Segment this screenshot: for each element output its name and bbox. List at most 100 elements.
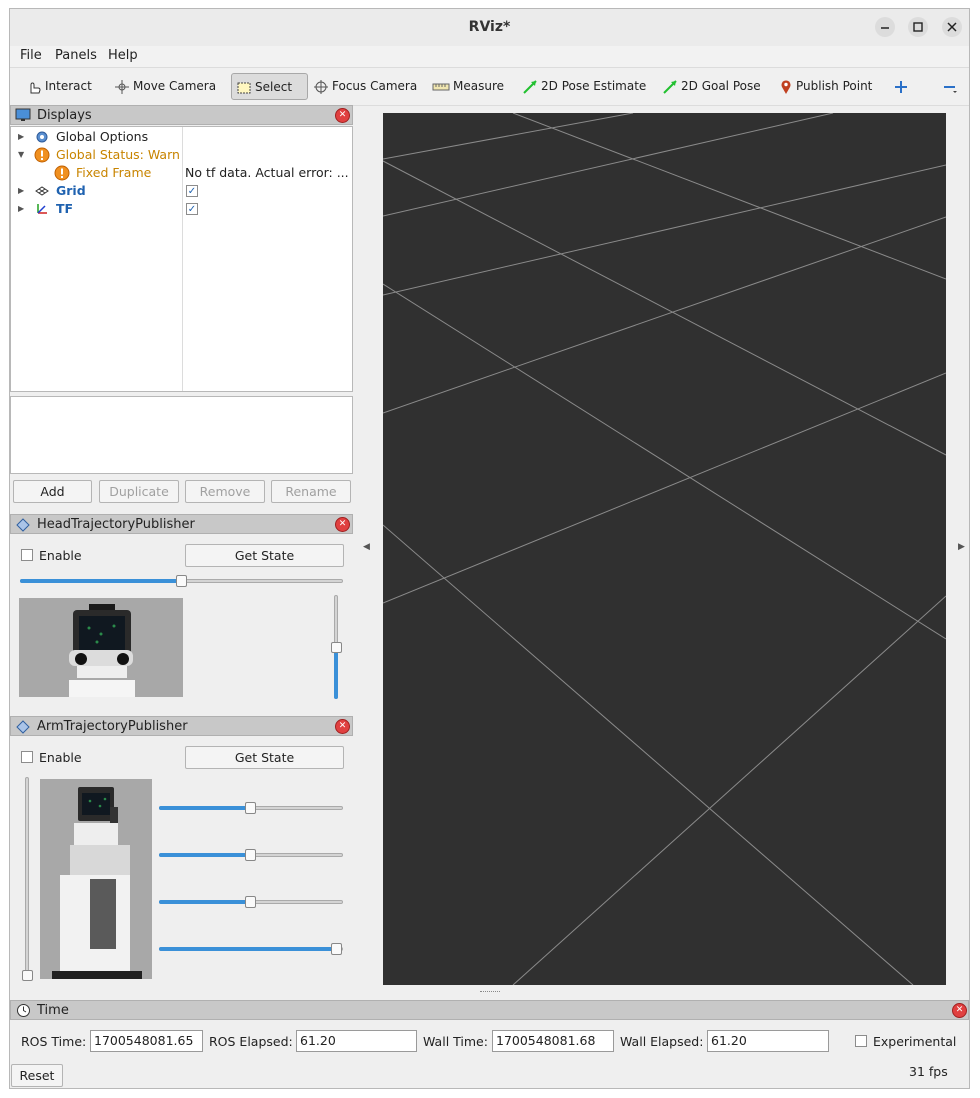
tree-item-grid[interactable]: ▶ Grid ✓ — [11, 182, 351, 200]
slider-fill — [20, 579, 182, 583]
reset-button[interactable]: Reset — [11, 1064, 63, 1087]
arm-joint-slider-3-handle[interactable] — [245, 896, 256, 908]
green-arrow-icon — [663, 79, 677, 94]
menu-panels[interactable]: Panels — [55, 48, 97, 63]
pose-estimate-tool-button[interactable]: 2D Pose Estimate — [518, 73, 650, 100]
time-panel-title: Time — [37, 1003, 69, 1018]
fps-counter: 31 fps — [909, 1064, 948, 1079]
ros-time-field[interactable]: 1700548081.65 — [90, 1030, 203, 1052]
collapse-left-arrow-icon[interactable]: ◀ — [363, 542, 370, 552]
add-tool-button[interactable] — [890, 73, 912, 100]
title-bar: RViz* — [10, 9, 969, 47]
arm-joint-slider-1-handle[interactable] — [245, 802, 256, 814]
hand-icon — [30, 81, 41, 93]
wall-elapsed-field[interactable]: 61.20 — [707, 1030, 829, 1052]
close-time-panel-button[interactable]: ✕ — [952, 1003, 967, 1018]
publish-point-tool-button[interactable]: Publish Point — [775, 73, 876, 100]
arm-enable-checkbox[interactable] — [21, 751, 33, 763]
select-tool-button[interactable]: Select — [231, 73, 308, 100]
tree-label: Global Status: Warn — [56, 147, 180, 162]
warning-icon — [54, 165, 70, 181]
head-enable-checkbox[interactable] — [21, 549, 33, 561]
warning-icon — [34, 147, 50, 163]
3d-viewport[interactable] — [382, 112, 947, 986]
expand-arrow-icon[interactable]: ▶ — [18, 128, 24, 146]
head-tilt-slider-handle[interactable] — [331, 642, 342, 653]
arm-joint-slider-4-handle[interactable] — [331, 943, 342, 955]
arm-lift-slider-handle[interactable] — [22, 970, 33, 981]
collapse-arrow-icon[interactable]: ▼ — [18, 146, 24, 164]
ruler-icon — [432, 83, 450, 90]
tree-label: TF — [56, 201, 74, 216]
head-pan-slider-handle[interactable] — [176, 575, 187, 587]
displays-panel-header: Displays ✕ — [10, 105, 353, 125]
minimize-button[interactable] — [875, 17, 895, 37]
close-head-panel-button[interactable]: ✕ — [335, 517, 350, 532]
measure-tool-button[interactable]: Measure — [428, 73, 508, 100]
grid-lines — [382, 112, 947, 986]
pose-estimate-label: 2D Pose Estimate — [541, 79, 647, 93]
tree-item-global-options[interactable]: ▶ Global Options — [11, 128, 351, 146]
tree-item-tf[interactable]: ▶ TF ✓ — [11, 200, 351, 218]
ros-elapsed-field[interactable]: 61.20 — [296, 1030, 417, 1052]
pin-icon — [781, 79, 791, 94]
tree-label: Global Options — [56, 129, 149, 144]
tf-enabled-checkbox[interactable]: ✓ — [186, 203, 198, 215]
ros-time-label: ROS Time: — [21, 1034, 87, 1049]
arm-get-state-button[interactable]: Get State — [185, 746, 344, 769]
head-panel-title: HeadTrajectoryPublisher — [37, 517, 195, 532]
focus-camera-tool-button[interactable]: Focus Camera — [309, 73, 421, 100]
gear-icon — [36, 131, 48, 143]
remove-tool-button[interactable] — [938, 73, 962, 100]
focus-icon — [314, 79, 328, 94]
displays-title: Displays — [37, 108, 92, 123]
tree-item-fixed-frame[interactable]: Fixed Frame No tf data. Actual error: ..… — [11, 164, 351, 182]
duplicate-display-button[interactable]: Duplicate — [99, 480, 179, 503]
slider-fill — [334, 648, 338, 699]
plus-icon — [895, 80, 907, 93]
move-camera-label: Move Camera — [133, 79, 217, 93]
remove-display-button[interactable]: Remove — [185, 480, 265, 503]
close-arm-panel-button[interactable]: ✕ — [335, 719, 350, 734]
experimental-checkbox[interactable] — [855, 1035, 867, 1047]
add-display-button[interactable]: Add — [13, 480, 92, 503]
head-get-state-button[interactable]: Get State — [185, 544, 344, 567]
time-panel-header: Time ✕ — [10, 1000, 969, 1020]
menu-file[interactable]: File — [20, 48, 42, 63]
arm-joint-slider-4[interactable] — [159, 947, 343, 951]
head-camera-preview — [19, 598, 183, 697]
close-icon: ✕ — [338, 721, 347, 731]
interact-tool-button[interactable]: Interact — [22, 73, 96, 100]
robot-head-image — [69, 604, 135, 697]
expand-arrow-icon[interactable]: ▶ — [18, 200, 24, 218]
maximize-button[interactable] — [908, 17, 928, 37]
expand-arrow-icon[interactable]: ▶ — [18, 182, 24, 200]
grid-enabled-checkbox[interactable]: ✓ — [186, 185, 198, 197]
close-icon — [947, 22, 957, 32]
arm-panel-title: ArmTrajectoryPublisher — [37, 719, 188, 734]
wall-elapsed-label: Wall Elapsed: — [620, 1034, 704, 1049]
splitter-handle[interactable] — [480, 991, 500, 994]
toolbar: Interact Move Camera Select Focus Camera… — [10, 67, 969, 106]
arm-lift-slider[interactable] — [25, 777, 29, 977]
move-camera-tool-button[interactable]: Move Camera — [110, 73, 220, 100]
clock-icon — [17, 1004, 30, 1017]
wall-time-field[interactable]: 1700548081.68 — [492, 1030, 614, 1052]
close-icon: ✕ — [338, 519, 347, 529]
close-icon: ✕ — [338, 110, 347, 120]
select-label: Select — [255, 80, 293, 94]
menu-bar: File Panels Help — [10, 46, 969, 67]
tree-item-global-status[interactable]: ▼ Global Status: Warn — [11, 146, 351, 164]
close-displays-button[interactable]: ✕ — [335, 108, 350, 123]
grid-icon — [35, 186, 49, 196]
fixed-frame-value: No tf data. Actual error: ... — [185, 165, 349, 180]
arm-joint-slider-2-handle[interactable] — [245, 849, 256, 861]
rename-display-button[interactable]: Rename — [271, 480, 351, 503]
close-window-button[interactable] — [942, 17, 962, 37]
goal-pose-tool-button[interactable]: 2D Goal Pose — [658, 73, 765, 100]
diamond-icon — [16, 720, 30, 734]
collapse-right-arrow-icon[interactable]: ▶ — [958, 542, 965, 552]
arm-panel-header: ArmTrajectoryPublisher ✕ — [10, 716, 353, 736]
ros-elapsed-label: ROS Elapsed: — [209, 1034, 293, 1049]
menu-help[interactable]: Help — [108, 48, 138, 63]
